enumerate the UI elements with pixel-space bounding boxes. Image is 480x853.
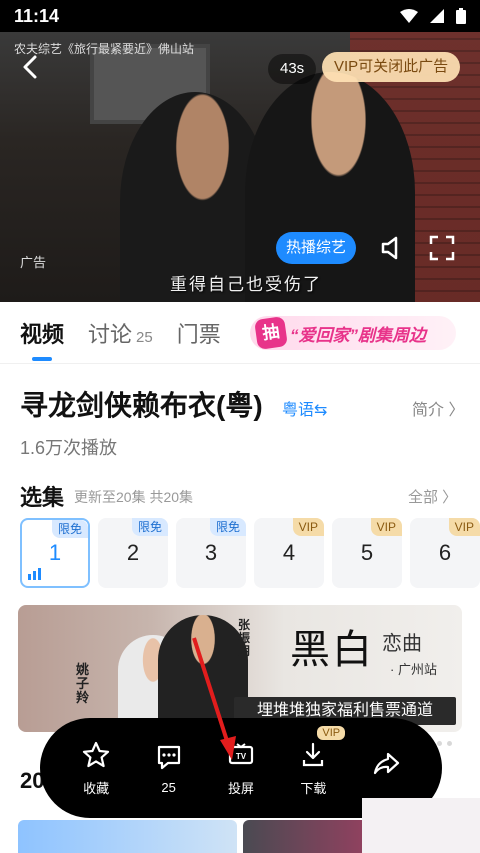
banner-title-big: 黑白 [290, 627, 374, 673]
episode-item[interactable]: 3 限免 [176, 518, 246, 588]
episode-item[interactable]: 2 限免 [98, 518, 168, 588]
tab-discussion[interactable]: 讨论 25 [88, 317, 153, 349]
dialect-switch[interactable]: 粤语⇆ [282, 396, 327, 420]
share-button[interactable] [358, 749, 414, 787]
ad-label: 广告 [20, 255, 47, 270]
episodes-heading: 选集 [20, 485, 65, 510]
carousel-dot [437, 741, 442, 746]
tab-tickets[interactable]: 门票 [177, 317, 221, 349]
download-icon [303, 742, 324, 766]
status-icons [400, 8, 466, 24]
wifi-icon [400, 9, 418, 23]
video-player[interactable]: 农夫综艺《旅行最紧要近》佛山站 43s VIP可关闭此广告 广告 重得自己也受伤… [0, 32, 480, 302]
episode-badge: 限免 [131, 518, 168, 536]
episode-badge: 限免 [209, 518, 246, 536]
tab-discussion-label: 讨论 [88, 321, 133, 347]
event-banner[interactable]: 姚子羚 张振朗 黑白 恋曲 · 广州站 埋堆堆独家福利售票通道 [18, 605, 462, 732]
episode-badge: VIP [370, 518, 402, 536]
episode-number: 3 [204, 540, 218, 565]
episodes-all-link[interactable]: 全部 〉 [408, 486, 457, 507]
ad-countdown: 43s [268, 54, 317, 84]
comment-icon [157, 745, 180, 769]
episode-number: 6 [438, 540, 452, 565]
episode-badge: VIP [448, 518, 480, 536]
episode-number: 1 [48, 540, 62, 565]
cast-button[interactable]: TV 投屏 [213, 740, 269, 797]
download-vip-badge: VIP [317, 725, 346, 740]
episode-list: 1 限免 2 限免 3 限免 4 VIP 5 VIP 6 VIP [20, 518, 480, 588]
episode-item[interactable]: 6 VIP [410, 518, 480, 588]
fullscreen-icon[interactable] [426, 232, 458, 264]
tab-video[interactable]: 视频 [20, 317, 65, 361]
hot-variety-button[interactable]: 热播综艺 [276, 232, 357, 264]
episode-item[interactable]: 1 限免 [20, 518, 90, 588]
download-label: 下载 [300, 780, 327, 796]
tab-tickets-label: 门票 [176, 321, 221, 347]
cast-label: 投屏 [227, 780, 254, 796]
banner-title-small: 恋曲 [382, 631, 422, 655]
signal-icon [430, 9, 444, 23]
comments-count: 25 [161, 779, 176, 795]
status-time: 11:14 [14, 5, 60, 26]
promo-banner[interactable]: 抽 “爱回家”剧集周边 [250, 316, 456, 350]
show-title: 寻龙剑侠赖布衣(粤) [20, 390, 263, 421]
episode-item[interactable]: 4 VIP [254, 518, 324, 588]
episodes-update-info: 更新至20集 共20集 [74, 489, 194, 505]
promo-text: “爱回家”剧集周边 [290, 325, 426, 345]
episode-number: 5 [360, 540, 374, 565]
episode-item[interactable]: 5 VIP [332, 518, 402, 588]
status-bar: 11:14 [0, 0, 480, 32]
collect-label: 收藏 [83, 780, 110, 796]
video-subtitle: 重得自己也受伤了 [170, 275, 322, 295]
banner-name-left: 姚子羚 [76, 662, 90, 705]
collect-button[interactable]: 收藏 [68, 740, 124, 797]
banner-name-right: 张振朗 [238, 618, 251, 658]
svg-text:TV: TV [236, 752, 247, 761]
tab-video-label: 视频 [20, 321, 65, 347]
intro-link[interactable]: 简介 〉 [412, 396, 464, 420]
back-icon[interactable] [18, 54, 44, 80]
share-icon [373, 752, 399, 775]
promo-catch-badge: 抽 [254, 316, 288, 350]
star-icon [83, 741, 110, 767]
episode-number: 4 [282, 540, 296, 565]
recommend-thumbnail[interactable] [18, 820, 237, 853]
play-count: 1.6万次播放 [20, 438, 118, 458]
tv-cast-icon: TV [228, 742, 254, 764]
episode-badge: VIP [292, 518, 324, 536]
video-person-right [245, 72, 415, 302]
download-button[interactable]: VIP 下载 [285, 725, 346, 797]
playing-bars-icon [28, 568, 41, 580]
banner-city: · 广州站 [390, 662, 437, 677]
vip-close-ad-button[interactable]: VIP可关闭此广告 [322, 52, 461, 82]
corner-panel [362, 798, 480, 853]
battery-icon [456, 8, 466, 24]
episode-number: 2 [126, 540, 140, 565]
sound-icon[interactable] [376, 232, 408, 264]
tab-discussion-count: 25 [136, 328, 153, 346]
comments-button[interactable]: 25 [141, 742, 197, 795]
carousel-dot [447, 741, 452, 746]
episode-badge: 限免 [51, 520, 88, 538]
